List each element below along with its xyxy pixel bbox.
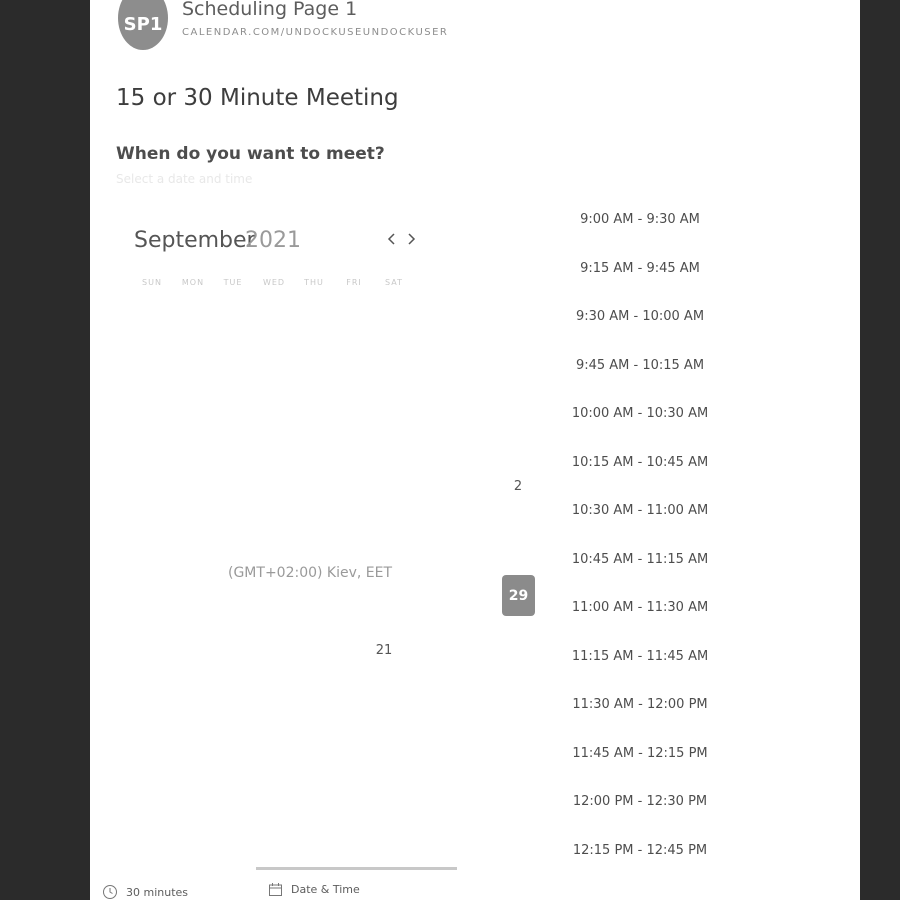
time-slot[interactable]: 11:45 AM - 12:15 PM <box>570 746 710 761</box>
date-hint: Select a date and time <box>116 172 253 186</box>
page-url[interactable]: CALENDAR.COM/UNDOCKUSEUNDOCKUSER <box>182 27 448 38</box>
time-slot[interactable]: 10:00 AM - 10:30 AM <box>570 406 710 421</box>
time-slot[interactable]: 10:15 AM - 10:45 AM <box>570 455 710 470</box>
chevron-right-icon <box>408 233 416 245</box>
weekday-thu: THU <box>304 278 324 287</box>
weekday-sun: SUN <box>142 278 162 287</box>
time-slot[interactable]: 11:00 AM - 11:30 AM <box>570 600 710 615</box>
selected-day[interactable]: 29 <box>502 575 535 616</box>
time-slot[interactable]: 10:30 AM - 11:00 AM <box>570 503 710 518</box>
time-slot[interactable]: 11:30 AM - 12:00 PM <box>570 697 710 712</box>
calendar-month: September <box>134 228 256 253</box>
prev-month-button[interactable] <box>384 230 400 251</box>
calendar-day[interactable]: 21 <box>368 643 400 658</box>
scheduling-page: SP1 Scheduling Page 1 CALENDAR.COM/UNDOC… <box>90 0 860 900</box>
weekday-mon: MON <box>181 278 205 287</box>
time-slot[interactable]: 9:00 AM - 9:30 AM <box>570 212 710 227</box>
calendar-icon <box>269 883 282 896</box>
time-slot[interactable]: 9:45 AM - 10:15 AM <box>570 358 710 373</box>
avatar: SP1 <box>118 0 168 50</box>
time-slot[interactable]: 9:15 AM - 9:45 AM <box>570 261 710 276</box>
avatar-initials: SP1 <box>123 13 163 35</box>
clock-icon <box>103 885 117 899</box>
time-slot[interactable]: 11:15 AM - 11:45 AM <box>570 649 710 664</box>
time-slot[interactable]: 12:00 PM - 12:30 PM <box>570 794 710 809</box>
weekday-wed: WED <box>262 278 286 287</box>
page-name: Scheduling Page 1 <box>182 0 358 20</box>
next-month-button[interactable] <box>403 230 419 251</box>
weekday-tue: TUE <box>223 278 243 287</box>
timezone-select[interactable]: (GMT+02:00) Kiev, EET <box>228 565 392 581</box>
selected-day-label: 29 <box>508 587 529 604</box>
step-divider <box>256 867 457 870</box>
step-label: Date & Time <box>291 883 360 896</box>
weekday-sat: SAT <box>385 278 403 287</box>
meeting-title: 15 or 30 Minute Meeting <box>116 85 399 111</box>
calendar-year: 2021 <box>245 228 301 253</box>
calendar-day[interactable]: 2 <box>502 479 534 494</box>
duration-label: 30 minutes <box>126 885 189 899</box>
chevron-left-icon <box>387 233 395 245</box>
date-question: When do you want to meet? <box>116 144 385 164</box>
time-slot[interactable]: 10:45 AM - 11:15 AM <box>570 552 710 567</box>
weekday-fri: FRI <box>346 278 362 287</box>
time-slot[interactable]: 9:30 AM - 10:00 AM <box>570 309 710 324</box>
time-slot[interactable]: 12:15 PM - 12:45 PM <box>570 843 710 858</box>
step-date-time: Date & Time <box>268 882 360 897</box>
duration-info: 30 minutes <box>102 884 188 900</box>
